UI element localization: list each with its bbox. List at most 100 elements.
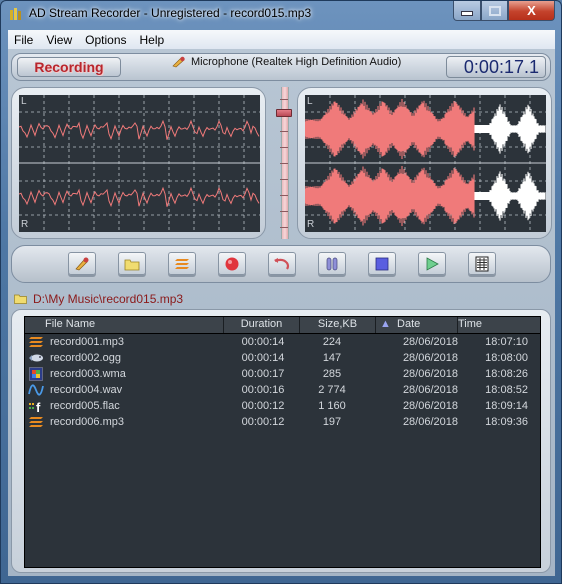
menu-options[interactable]: Options xyxy=(79,33,133,47)
file-date: 28/06/2018 xyxy=(402,384,458,396)
file-date: 28/06/2018 xyxy=(402,336,458,348)
title-bar[interactable]: AD Stream Recorder - Unregistered - reco… xyxy=(1,1,561,29)
file-size: 147 xyxy=(322,352,342,364)
file-name: record006.mp3 xyxy=(50,416,124,428)
waveform-display: L R xyxy=(305,95,546,232)
volume-slider-tick xyxy=(280,147,288,148)
pause-icon xyxy=(326,257,338,270)
volume-slider-tick xyxy=(280,227,288,228)
file-duration: 00:00:14 xyxy=(241,336,285,348)
column-header-duration[interactable]: Duration xyxy=(224,317,300,333)
play-button[interactable] xyxy=(418,252,446,275)
window-title: AD Stream Recorder - Unregistered - reco… xyxy=(29,6,312,20)
input-oscilloscope: L R xyxy=(11,87,266,239)
mp3-icon xyxy=(27,335,45,349)
file-size: 285 xyxy=(322,368,342,380)
file-size: 224 xyxy=(322,336,342,348)
file-size: 2 774 xyxy=(318,384,346,396)
output-path-label: D:\My Music\record015.mp3 xyxy=(33,292,184,306)
close-button[interactable]: X xyxy=(508,1,555,21)
right-channel-label: R xyxy=(21,219,29,230)
input-source[interactable]: Microphone (Realtek High Definition Audi… xyxy=(172,56,401,68)
transport-toolbar xyxy=(11,245,551,283)
app-window: AD Stream Recorder - Unregistered - reco… xyxy=(0,0,562,584)
minimize-button[interactable] xyxy=(453,1,481,21)
output-path[interactable]: D:\My Music\record015.mp3 xyxy=(14,292,183,306)
file-date: 28/06/2018 xyxy=(402,368,458,380)
file-name: record003.wma xyxy=(50,368,126,380)
maximize-button[interactable] xyxy=(481,1,508,21)
folder-icon xyxy=(14,294,27,304)
menu-help[interactable]: Help xyxy=(134,33,172,47)
file-time: 18:08:26 xyxy=(485,368,528,380)
stop-button[interactable] xyxy=(368,252,396,275)
menu-file[interactable]: File xyxy=(8,33,40,47)
file-list-row[interactable]: record004.wav 00:00:16 2 774 28/06/2018 18:0… xyxy=(25,382,540,398)
open-folder-button[interactable] xyxy=(118,252,146,275)
oscilloscope-trace xyxy=(19,119,260,141)
file-time: 18:08:52 xyxy=(485,384,528,396)
left-channel-label: L xyxy=(21,96,27,107)
menu-bar: File View Options Help xyxy=(8,30,555,50)
close-icon: X xyxy=(527,3,536,18)
undo-button[interactable] xyxy=(268,252,296,275)
folder-icon xyxy=(124,259,140,270)
volume-slider-tick xyxy=(280,163,288,164)
file-list[interactable]: File Name Duration Size,KB ▲ Date Time r… xyxy=(24,316,541,568)
file-list-row[interactable]: record006.mp3 00:00:12 197 28/06/2018 18:09:… xyxy=(25,414,540,430)
flac-icon: f xyxy=(27,399,45,413)
record-button[interactable] xyxy=(218,252,246,275)
column-header-size[interactable]: Size,KB xyxy=(300,317,376,333)
file-duration: 00:00:14 xyxy=(241,352,285,364)
column-header-date[interactable]: ▲ Date xyxy=(376,317,458,333)
file-date: 28/06/2018 xyxy=(402,416,458,428)
waveform-graph xyxy=(305,95,546,232)
file-list-row[interactable]: f record005.flac 00:00:12 1 160 28/06/2018 18… xyxy=(25,398,540,414)
play-icon xyxy=(426,256,439,271)
column-header-file-name[interactable]: File Name xyxy=(25,317,224,333)
file-name: record004.wav xyxy=(50,384,123,396)
list-icon xyxy=(475,256,489,271)
volume-slider[interactable] xyxy=(276,87,292,239)
file-list-row[interactable]: record003.wma 00:00:17 285 28/06/2018 18:08:… xyxy=(25,366,540,382)
record-icon xyxy=(225,257,239,270)
file-list-row[interactable]: record002.ogg 00:00:14 147 28/06/2018 18:08:… xyxy=(25,350,540,366)
file-time: 18:07:10 xyxy=(485,336,528,348)
recording-status-button[interactable]: Recording xyxy=(17,57,121,77)
waveform-view: L R xyxy=(297,87,552,239)
recording-timer: 0:00:17.1 xyxy=(446,56,546,78)
file-date: 28/06/2018 xyxy=(402,352,458,364)
file-list-header: File Name Duration Size,KB ▲ Date Time xyxy=(25,317,540,334)
mp3-icon xyxy=(27,415,45,429)
left-channel-label: L xyxy=(307,96,313,107)
file-list-row[interactable]: record001.mp3 00:00:14 224 28/06/2018 18:07:… xyxy=(25,334,540,350)
svg-text:f: f xyxy=(36,400,41,413)
main-panel: Recording Microphone (Realtek High Defin… xyxy=(8,49,555,576)
oscilloscope-trace xyxy=(19,186,260,208)
volume-slider-tick xyxy=(280,99,288,100)
file-size: 1 160 xyxy=(318,400,346,412)
file-name: record001.mp3 xyxy=(50,336,124,348)
source-button[interactable] xyxy=(68,252,96,275)
file-name: record002.ogg xyxy=(50,352,121,364)
ogg-icon xyxy=(27,351,45,365)
oscilloscope-display: L R xyxy=(19,95,260,232)
menu-view[interactable]: View xyxy=(40,33,79,47)
file-list-frame: File Name Duration Size,KB ▲ Date Time r… xyxy=(11,309,551,573)
file-time: 18:09:36 xyxy=(485,416,528,428)
file-time: 18:09:14 xyxy=(485,400,528,412)
column-header-time[interactable]: Time xyxy=(458,317,540,333)
format-button[interactable] xyxy=(168,252,196,275)
oscilloscope-graph xyxy=(19,95,260,232)
volume-slider-thumb[interactable] xyxy=(276,108,292,117)
microphone-icon xyxy=(172,56,185,68)
volume-slider-tick xyxy=(280,179,288,180)
mp3-format-icon xyxy=(175,258,189,269)
list-button[interactable] xyxy=(468,252,496,275)
client-area: File View Options Help Recording Microph… xyxy=(8,30,555,576)
volume-slider-tick xyxy=(280,195,288,196)
file-duration: 00:00:12 xyxy=(241,400,285,412)
pause-button[interactable] xyxy=(318,252,346,275)
file-duration: 00:00:17 xyxy=(241,368,285,380)
volume-slider-tick xyxy=(280,211,288,212)
